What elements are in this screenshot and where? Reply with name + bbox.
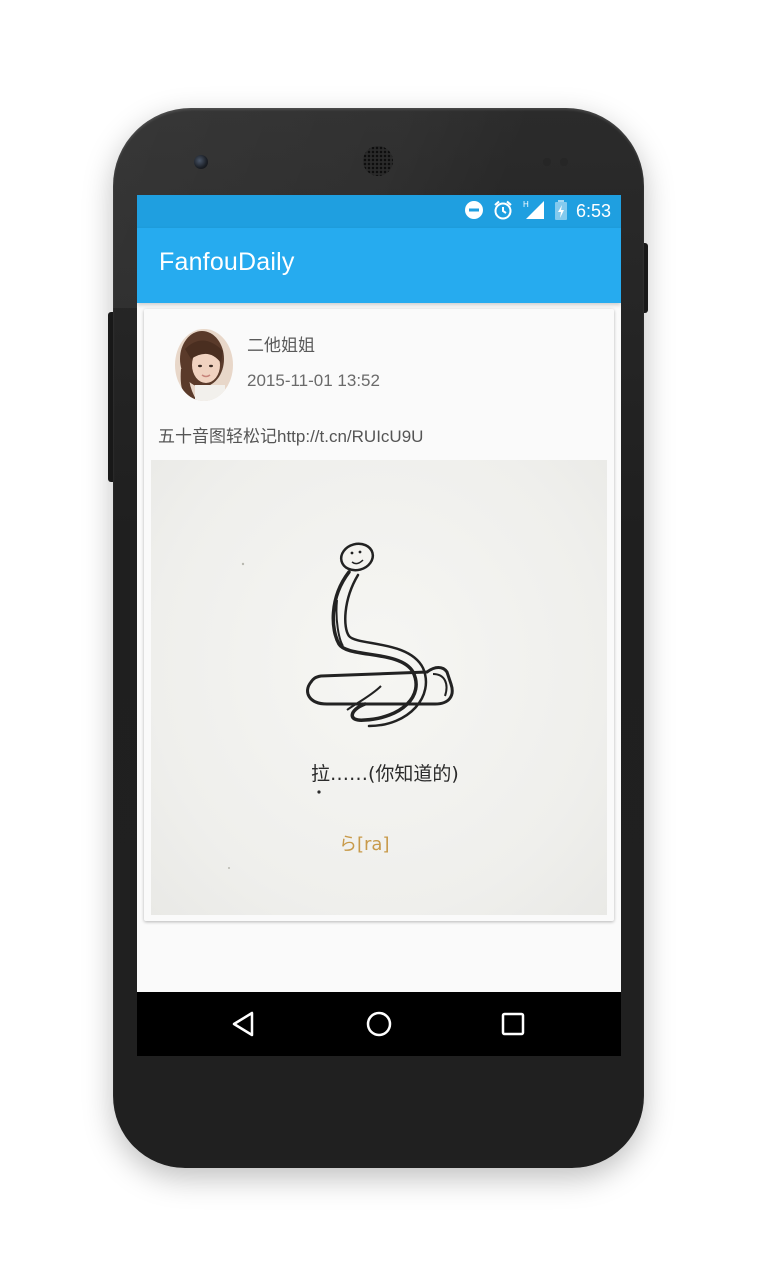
recent-apps-button[interactable] bbox=[496, 1008, 530, 1040]
navigation-bar bbox=[137, 992, 621, 1056]
alarm-icon bbox=[492, 199, 514, 225]
proximity-sensor bbox=[543, 158, 551, 166]
signal-icon: H bbox=[522, 199, 546, 225]
avatar[interactable] bbox=[175, 329, 233, 401]
network-type-label: H bbox=[523, 200, 529, 209]
recent-apps-icon bbox=[501, 1012, 525, 1036]
earpiece-speaker bbox=[363, 146, 393, 176]
battery-charging-icon bbox=[554, 199, 568, 225]
kana-label: ら[ra] bbox=[339, 834, 389, 855]
post-timestamp: 2015-11-01 13:52 bbox=[247, 371, 380, 390]
home-icon bbox=[366, 1011, 392, 1037]
back-icon bbox=[232, 1011, 254, 1037]
status-bar: H 6:53 bbox=[137, 195, 621, 228]
home-button[interactable] bbox=[362, 1008, 396, 1040]
user-name[interactable]: 二他姐姐 bbox=[247, 331, 315, 356]
app-bar: FanfouDaily bbox=[137, 228, 621, 303]
post-text[interactable]: 五十音图轻松记http://t.cn/RUIcU9U bbox=[158, 422, 423, 447]
status-time: 6:53 bbox=[575, 201, 611, 221]
back-button[interactable] bbox=[227, 1008, 261, 1040]
image-caption: 拉……(你知道的) bbox=[311, 763, 459, 785]
phone-screen: H 6:53 FanfouDaily 二他姐姐 2015-11-01 13:52… bbox=[137, 195, 621, 1056]
do-not-disturb-icon bbox=[464, 200, 484, 224]
post-card[interactable]: 二他姐姐 2015-11-01 13:52 五十音图轻松记http://t.cn… bbox=[144, 309, 614, 921]
front-camera bbox=[194, 155, 208, 169]
app-title: FanfouDaily bbox=[159, 248, 295, 276]
kana-illustration: 拉……(你知道的) ら[ra] bbox=[228, 542, 459, 869]
light-sensor bbox=[560, 158, 568, 166]
post-image[interactable]: 拉……(你知道的) ら[ra] bbox=[151, 460, 607, 915]
